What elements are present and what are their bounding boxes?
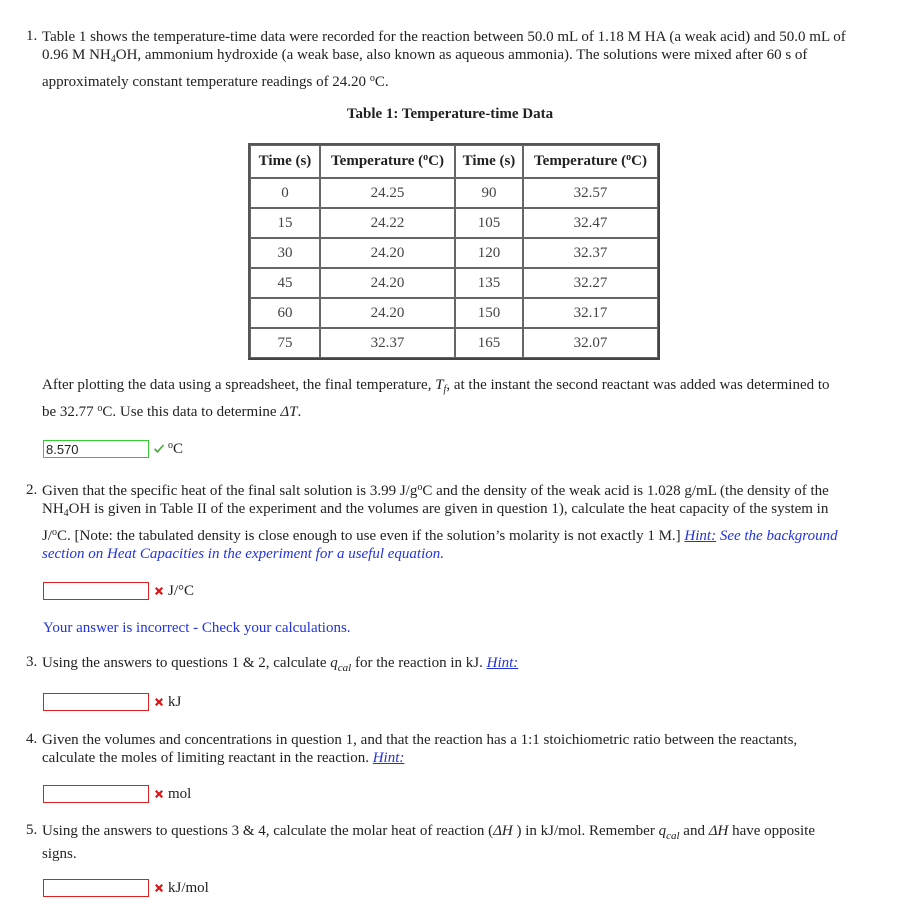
table-cell: 24.22	[320, 208, 455, 238]
table-cell: 120	[455, 238, 523, 268]
table-cell: 0	[250, 178, 320, 208]
table-cell: 90	[455, 178, 523, 208]
table-cell: 45	[250, 268, 320, 298]
question-2-answer: J/°C	[43, 582, 194, 600]
question-number: 3.	[26, 654, 38, 670]
table-cell: 105	[455, 208, 523, 238]
table-row: 15 24.22 105 32.47	[250, 208, 658, 238]
question-number: 1.	[26, 28, 38, 44]
x-mark-icon	[153, 882, 165, 894]
table-cell: 32.57	[523, 178, 658, 208]
question-3-text: Using the answers to questions 1 & 2, ca…	[42, 655, 519, 674]
table-row: 0 24.25 90 32.57	[250, 178, 658, 208]
question-3-answer: kJ	[43, 693, 181, 711]
temperature-time-table: Time (s) Temperature (oC) Time (s) Tempe…	[248, 143, 660, 360]
unit-label: mol	[168, 785, 192, 802]
table-cell: 150	[455, 298, 523, 328]
question-2-text: Given that the specific heat of the fina…	[42, 482, 838, 563]
table-row: 60 24.20 150 32.17	[250, 298, 658, 328]
question-1-text: Table 1 shows the temperature-time data …	[42, 29, 846, 90]
table-cell: 32.37	[320, 328, 455, 358]
header-time: Time (s)	[455, 145, 523, 178]
question-4-text: Given the volumes and concentrations in …	[42, 732, 798, 766]
unit-label: oC	[168, 439, 184, 457]
table-cell: 75	[250, 328, 320, 358]
table-cell: 165	[455, 328, 523, 358]
x-mark-icon	[153, 696, 165, 708]
hint-link[interactable]: Hint:	[373, 750, 405, 766]
check-icon	[153, 443, 165, 455]
header-temperature: Temperature (oC)	[320, 145, 455, 178]
unit-label: kJ/mol	[168, 879, 209, 896]
table-cell: 30	[250, 238, 320, 268]
unit-label: J/°C	[168, 582, 195, 599]
table-cell: 60	[250, 298, 320, 328]
table-row: 45 24.20 135 32.27	[250, 268, 658, 298]
table-cell: 32.07	[523, 328, 658, 358]
table-cell: 32.17	[523, 298, 658, 328]
question-number: 4.	[26, 731, 38, 747]
question-number: 2.	[26, 482, 38, 498]
delta-t-input[interactable]	[43, 440, 149, 458]
table-cell: 32.47	[523, 208, 658, 238]
x-mark-icon	[153, 585, 165, 597]
q-cal-input[interactable]	[43, 693, 149, 711]
question-5-text: Using the answers to questions 3 & 4, ca…	[42, 823, 815, 862]
table-cell: 24.20	[320, 238, 455, 268]
question-number: 5.	[26, 822, 38, 838]
moles-input[interactable]	[43, 785, 149, 803]
x-mark-icon	[153, 788, 165, 800]
table-cell: 24.20	[320, 268, 455, 298]
table-cell: 15	[250, 208, 320, 238]
table-row: 75 32.37 165 32.07	[250, 328, 658, 358]
table-header-row: Time (s) Temperature (oC) Time (s) Tempe…	[250, 145, 658, 178]
table-cell: 32.37	[523, 238, 658, 268]
question-4-answer: mol	[43, 785, 191, 803]
header-time: Time (s)	[250, 145, 320, 178]
table-cell: 32.27	[523, 268, 658, 298]
question-5-answer: kJ/mol	[43, 879, 209, 897]
heat-capacity-input[interactable]	[43, 582, 149, 600]
hint-link[interactable]: Hint:	[487, 655, 519, 671]
header-temperature: Temperature (oC)	[523, 145, 658, 178]
table-row: 30 24.20 120 32.37	[250, 238, 658, 268]
question-1-answer: oC	[43, 440, 183, 458]
table-cell: 24.25	[320, 178, 455, 208]
question-1-followup-text: After plotting the data using a spreadsh…	[42, 377, 830, 420]
table-caption: Table 1: Temperature-time Data	[346, 106, 554, 122]
table-cell: 24.20	[320, 298, 455, 328]
hint-link[interactable]: Hint:	[684, 528, 716, 544]
feedback-message: Your answer is incorrect - Check your ca…	[43, 620, 351, 636]
delta-h-input[interactable]	[43, 879, 149, 897]
table-cell: 135	[455, 268, 523, 298]
unit-label: kJ	[168, 693, 182, 710]
